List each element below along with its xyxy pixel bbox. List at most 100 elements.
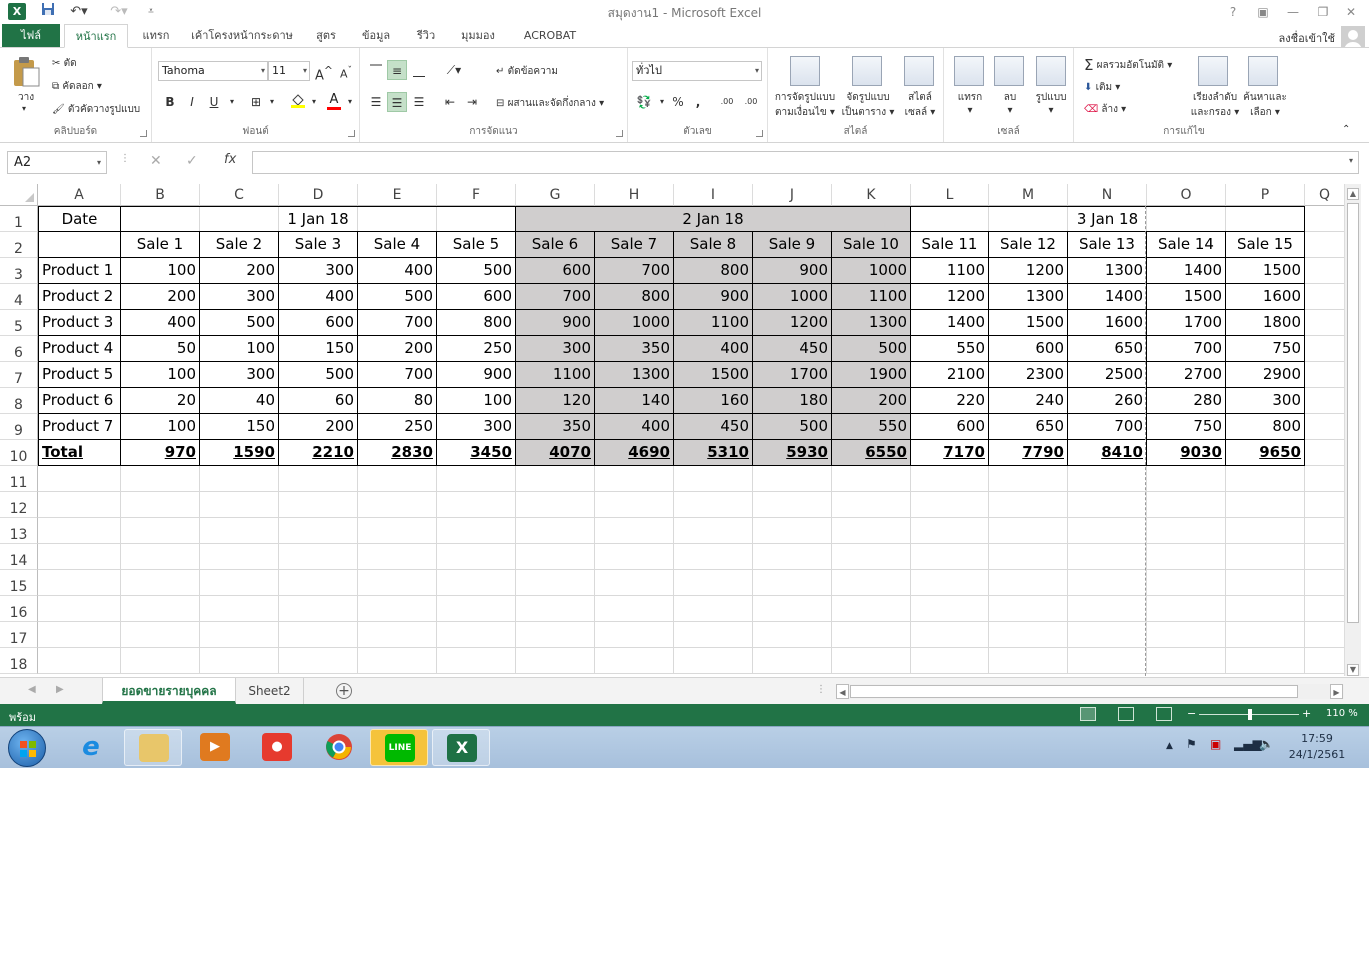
value-cell[interactable]: 400 (121, 310, 200, 336)
grid-cell[interactable] (121, 518, 200, 544)
value-cell[interactable]: 100 (121, 362, 200, 388)
value-cell[interactable]: 1000 (595, 310, 674, 336)
taskbar-media-player[interactable]: ▶ (186, 729, 244, 766)
value-cell[interactable]: 300 (1226, 388, 1305, 414)
value-cell[interactable]: 900 (437, 362, 516, 388)
row-header[interactable]: 17 (0, 622, 38, 648)
value-cell[interactable]: 1100 (516, 362, 595, 388)
column-header[interactable]: G (516, 184, 595, 206)
formula-input[interactable]: ▾ (252, 151, 1359, 174)
row-header[interactable]: 15 (0, 570, 38, 596)
value-cell[interactable]: 250 (437, 336, 516, 362)
grid-cell[interactable] (358, 622, 437, 648)
value-cell[interactable]: 1100 (674, 310, 753, 336)
value-cell[interactable]: 200 (358, 336, 437, 362)
value-cell[interactable]: 1500 (989, 310, 1068, 336)
value-cell[interactable]: 1400 (1068, 284, 1147, 310)
grid-cell[interactable] (674, 544, 753, 570)
grid-cell[interactable] (279, 622, 358, 648)
product-label-cell[interactable]: Product 1 (38, 258, 121, 284)
grid-cell[interactable] (1147, 570, 1226, 596)
column-header[interactable]: E (358, 184, 437, 206)
grid-cell[interactable] (516, 570, 595, 596)
value-cell[interactable]: 80 (358, 388, 437, 414)
grid-cell[interactable] (200, 492, 279, 518)
grid-cell[interactable] (1068, 570, 1147, 596)
value-cell[interactable]: 1500 (1147, 284, 1226, 310)
grid-cell[interactable] (38, 518, 121, 544)
taskbar-line[interactable]: LINE (370, 729, 428, 766)
grid-cell[interactable] (437, 648, 516, 674)
italic-button[interactable]: I (182, 92, 202, 112)
total-value-cell[interactable]: 2210 (279, 440, 358, 466)
value-cell[interactable]: 400 (595, 414, 674, 440)
grid-cell[interactable] (1305, 648, 1344, 674)
total-value-cell[interactable]: 5930 (753, 440, 832, 466)
grid-cell[interactable] (1226, 466, 1305, 492)
row-header[interactable]: 16 (0, 596, 38, 622)
value-cell[interactable]: 400 (279, 284, 358, 310)
grid-cell[interactable] (358, 570, 437, 596)
value-cell[interactable]: 650 (989, 414, 1068, 440)
paste-button[interactable]: วาง (18, 90, 34, 105)
grid-cell[interactable] (595, 492, 674, 518)
value-cell[interactable]: 60 (279, 388, 358, 414)
grid-cell[interactable] (200, 466, 279, 492)
value-cell[interactable]: 800 (674, 258, 753, 284)
grid-cell[interactable] (1305, 232, 1344, 258)
value-cell[interactable]: 1300 (1068, 258, 1147, 284)
grid-cell[interactable] (1068, 466, 1147, 492)
value-cell[interactable]: 1700 (753, 362, 832, 388)
value-cell[interactable]: 160 (674, 388, 753, 414)
value-cell[interactable]: 900 (516, 310, 595, 336)
value-cell[interactable]: 1600 (1226, 284, 1305, 310)
grid-cell[interactable] (1147, 544, 1226, 570)
value-cell[interactable]: 350 (516, 414, 595, 440)
total-value-cell[interactable]: 5310 (674, 440, 753, 466)
sale-header-cell[interactable]: Sale 9 (753, 232, 832, 258)
column-header[interactable]: O (1147, 184, 1226, 206)
grid-cell[interactable] (1305, 310, 1344, 336)
row-header[interactable]: 4 (0, 284, 38, 310)
sheet-next-icon[interactable]: ▶ (56, 684, 64, 695)
grid-cell[interactable] (1305, 388, 1344, 414)
value-cell[interactable]: 1400 (1147, 258, 1226, 284)
help-button[interactable]: ? (1219, 2, 1247, 22)
align-center-icon[interactable]: ☰ (387, 92, 407, 112)
tab-split-grip-icon[interactable]: ⋮ (816, 684, 826, 695)
value-cell[interactable]: 180 (753, 388, 832, 414)
value-cell[interactable]: 150 (279, 336, 358, 362)
grid-cell[interactable] (121, 622, 200, 648)
sale-header-cell[interactable]: Sale 6 (516, 232, 595, 258)
tab-data[interactable]: ข้อมูล (354, 24, 398, 48)
font-name-select[interactable]: Tahoma ▾ (158, 61, 268, 81)
merged-date-header[interactable]: 2 Jan 18 (516, 206, 911, 232)
grid-cell[interactable] (1226, 492, 1305, 518)
grid-cell[interactable] (1305, 258, 1344, 284)
grid-cell[interactable] (595, 518, 674, 544)
grid-cell[interactable] (911, 596, 989, 622)
font-size-select[interactable]: 11 ▾ (268, 61, 310, 81)
row-header[interactable]: 14 (0, 544, 38, 570)
grid-cell[interactable] (516, 466, 595, 492)
grid-cell[interactable] (1305, 414, 1344, 440)
grid-cell[interactable] (989, 466, 1068, 492)
grid-cell[interactable] (989, 622, 1068, 648)
grid-cell[interactable] (121, 596, 200, 622)
grid-cell[interactable] (753, 492, 832, 518)
grid-cell[interactable] (279, 544, 358, 570)
grid-cell[interactable] (200, 544, 279, 570)
grid-cell[interactable] (358, 544, 437, 570)
value-cell[interactable]: 200 (200, 258, 279, 284)
insert-cells-icon[interactable] (954, 56, 984, 86)
row-header[interactable]: 8 (0, 388, 38, 414)
row-header[interactable]: 11 (0, 466, 38, 492)
row-header[interactable]: 6 (0, 336, 38, 362)
taskbar-bandicam[interactable]: ● (248, 729, 306, 766)
value-cell[interactable]: 350 (595, 336, 674, 362)
column-header[interactable]: Q (1305, 184, 1344, 206)
value-cell[interactable]: 120 (516, 388, 595, 414)
confirm-entry-icon[interactable]: ✓ (186, 153, 198, 169)
grid-cell[interactable] (437, 544, 516, 570)
horizontal-scrollbar[interactable]: ◀ ▶ (836, 684, 1344, 699)
